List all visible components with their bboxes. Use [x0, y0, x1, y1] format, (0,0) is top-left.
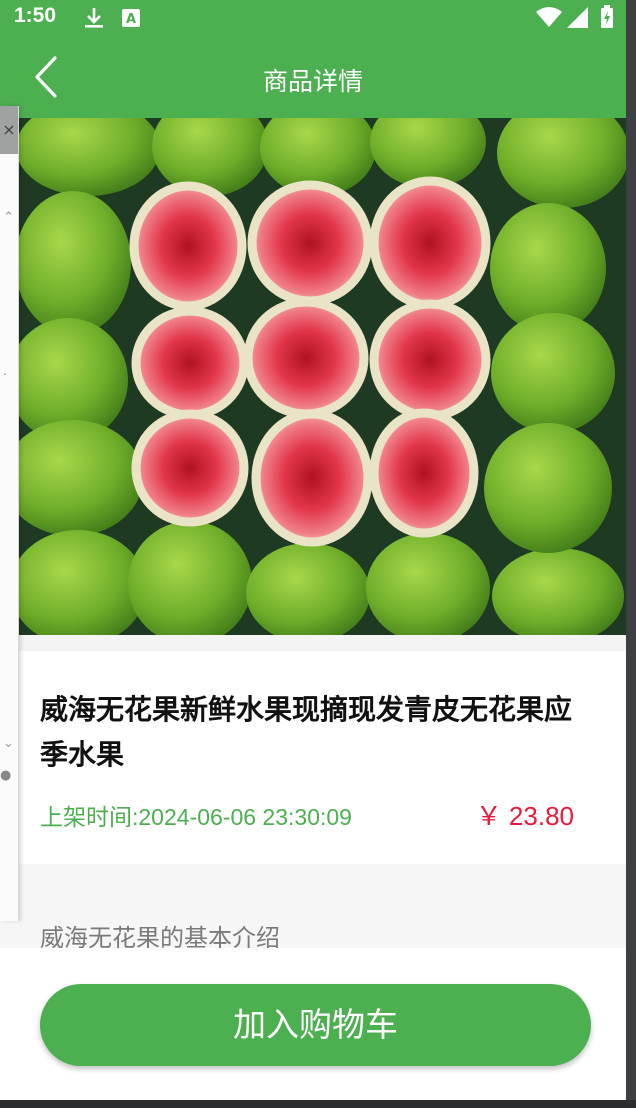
download-icon: [82, 6, 106, 34]
status-time: 1:50: [14, 4, 57, 27]
product-title: 威海无花果新鲜水果现摘现发青皮无花果应季水果: [40, 693, 573, 771]
svg-text:A: A: [126, 12, 136, 27]
listed-time: 上架时间:2024-06-06 23:30:09: [40, 804, 352, 830]
menu-dot-icon[interactable]: ·: [3, 368, 7, 383]
page-title: 商品详情: [262, 67, 363, 96]
add-to-cart-button[interactable]: 加入购物车: [40, 984, 591, 1066]
app-notification-icon: A: [121, 8, 141, 32]
info-icon[interactable]: ●: [0, 768, 11, 783]
status-bar: 1:50 A: [0, 0, 626, 36]
chevron-down-icon[interactable]: ⌄: [3, 736, 14, 751]
system-nav-strip: [0, 1100, 636, 1108]
battery-icon: [600, 5, 614, 33]
app-bar: 商品详情: [0, 36, 626, 118]
cellular-signal-icon: [567, 7, 589, 32]
close-icon[interactable]: ×: [0, 106, 18, 154]
section-divider: [0, 635, 626, 651]
chevron-up-icon[interactable]: ⌃: [3, 210, 14, 225]
product-info-card: 威海无花果新鲜水果现摘现发青皮无花果应季水果 上架时间:2024-06-06 2…: [0, 651, 626, 864]
side-overlay-panel[interactable]: × ⌃ · ⌄ ●: [0, 106, 19, 921]
product-image[interactable]: [18, 118, 626, 635]
wifi-icon: [535, 6, 563, 32]
product-detail-screen: 1:50 A 商品详情 威海无花果新鲜水果现摘现发青皮无花果应季水果 上架时间:…: [0, 0, 626, 1100]
product-price: ￥ 23.80: [475, 801, 574, 831]
bottom-action-bar: 加入购物车: [0, 948, 626, 1100]
